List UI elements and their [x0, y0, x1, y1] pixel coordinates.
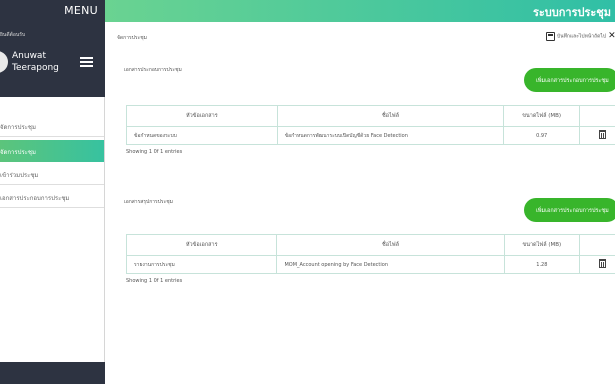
sidebar-item-manage-meeting[interactable]: จัดการประชุม — [0, 115, 104, 137]
top-header: ระบบการประชุม — [105, 0, 615, 22]
welcome-text: ยินดีต้อนรับ — [0, 32, 26, 38]
meeting-summary-table: หัวข้อเอกสาร ชื่อไฟล์ ขนาดไฟล์ (MB) รายง… — [125, 234, 615, 274]
column-header-action — [578, 105, 615, 127]
column-header-filename: ชื่อไฟล์ — [276, 234, 505, 256]
meeting-documents-table: หัวข้อเอกสาร ชื่อไฟล์ ขนาดไฟล์ (MB) ข้อก… — [126, 105, 615, 145]
sidebar-item-manage-meeting-active[interactable]: จัดการประชุม — [0, 140, 104, 162]
sidebar-menu-header: MENU — [0, 0, 105, 22]
trash-icon[interactable] — [599, 259, 607, 268]
column-header-topic: หัวข้อเอกสาร — [126, 105, 278, 127]
add-document-label: เพิ่มเอกสารประกอบการประชุม — [536, 78, 609, 84]
cell-filesize: 1.28 — [503, 255, 581, 274]
column-header-filename: ชื่อไฟล์ — [276, 105, 505, 127]
cell-filename[interactable]: ข้อกำหนดการพัฒนาระบบเปิดบัญชีด้วย Face D… — [276, 126, 505, 145]
sidebar-item-label: จัดการประชุม — [0, 149, 36, 156]
cell-action — [578, 126, 615, 145]
breadcrumb: จัดการประชุม — [117, 35, 147, 41]
column-header-filesize: ขนาดไฟล์ (MB) — [503, 105, 580, 127]
save-icon — [546, 31, 555, 41]
add-summary-document-button[interactable]: เพิ่มเอกสารประกอบการประชุม — [524, 198, 615, 222]
cell-topic: ข้อกำหนดของระบบ — [126, 126, 278, 145]
entries-info: Showing 1 0f 1 entries — [126, 149, 183, 155]
table-row: รายงานการประชุม MOM_Account opening by F… — [125, 255, 615, 274]
add-document-button[interactable]: เพิ่มเอกสารประกอบการประชุม — [524, 68, 615, 92]
user-last-name: Teerapong — [12, 63, 59, 73]
hamburger-icon[interactable] — [80, 57, 93, 67]
close-icon[interactable]: ✕ — [608, 31, 615, 41]
trash-icon[interactable] — [598, 130, 606, 139]
user-panel: ยินดีต้อนรับ Anuwat Teerapong — [0, 22, 105, 97]
section-title-meeting-summary: เอกสารสรุปการประชุม — [124, 199, 173, 205]
sidebar-item-label: จัดการประชุม — [0, 124, 36, 131]
table-header-row: หัวข้อเอกสาร ชื่อไฟล์ ขนาดไฟล์ (MB) — [126, 105, 615, 127]
add-summary-document-label: เพิ่มเอกสารประกอบการประชุม — [536, 208, 609, 214]
column-header-topic: หัวข้อเอกสาร — [125, 234, 278, 256]
column-header-filesize: ขนาดไฟล์ (MB) — [503, 234, 581, 256]
save-next-button[interactable]: บันทึกและไปหน้าถัดไป ✕ — [546, 31, 615, 41]
save-next-label: บันทึกและไปหน้าถัดไป — [557, 33, 607, 40]
user-first-name: Anuwat — [12, 51, 46, 61]
table-row: ข้อกำหนดของระบบ ข้อกำหนดการพัฒนาระบบเปิด… — [126, 126, 615, 145]
cell-filesize: 0.97 — [503, 126, 580, 145]
sidebar-item-meeting-documents[interactable]: เอกสารประกอบการประชุม — [0, 186, 104, 208]
sidebar-item-label: เอกสารประกอบการประชุม — [0, 195, 70, 202]
sidebar-footer — [0, 362, 105, 384]
menu-label: MENU — [64, 4, 98, 17]
cell-topic: รายงานการประชุม — [125, 255, 278, 274]
sidebar: MENU ยินดีต้อนรับ Anuwat Teerapong จัดกา… — [0, 0, 105, 384]
app-title: ระบบการประชุม — [532, 6, 611, 19]
section-title-meeting-documents: เอกสารประกอบการประชุม — [124, 67, 182, 73]
sidebar-item-join-meeting[interactable]: เข้าร่วมประชุม — [0, 163, 104, 185]
sidebar-item-label: เข้าร่วมประชุม — [0, 172, 39, 179]
table-header-row: หัวข้อเอกสาร ชื่อไฟล์ ขนาดไฟล์ (MB) — [125, 234, 615, 256]
cell-filename[interactable]: MOM_Account opening by Face Detection — [276, 255, 505, 274]
column-header-action — [579, 234, 615, 256]
entries-info: Showing 1 0f 1 entries — [126, 278, 183, 284]
cell-action — [579, 255, 615, 274]
avatar — [0, 51, 8, 73]
